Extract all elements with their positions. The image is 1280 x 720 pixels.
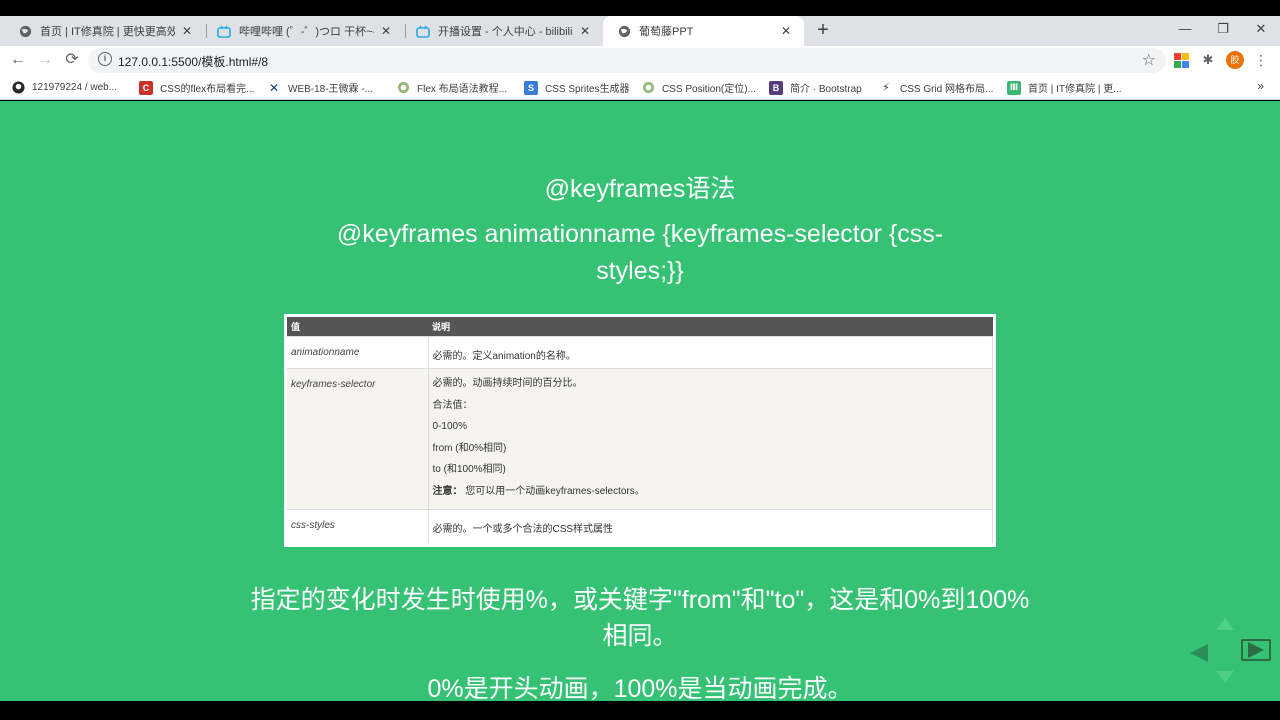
description-line: from (和0%相同) <box>432 442 507 454</box>
table-cell-description: 必需的。定义animation的名称。 <box>428 336 993 369</box>
bookmark-label: CSS Sprites生成器 <box>545 84 630 95</box>
back-arrow-icon[interactable]: ← <box>7 49 29 71</box>
bookmark-label: 首页 | IT修真院 | 更... <box>1028 84 1122 95</box>
nav-up-arrow-icon[interactable] <box>1216 618 1234 630</box>
description-line: to (和100%相同) <box>432 464 506 475</box>
github-icon <box>11 81 25 95</box>
syntax-line: @keyframes animationname {keyframes-sele… <box>336 220 944 285</box>
url-text[interactable]: 127.0.0.1:5500/模板.html#/8 <box>118 53 268 70</box>
menu-kebab-icon[interactable]: ⋮ <box>1252 51 1270 69</box>
table-cell-description: 必需的。一个或多个合法的CSS样式属性 <box>428 509 993 543</box>
note-text: 您可以用一个动画keyframes-selectors。 <box>465 485 645 497</box>
tab-bar: 首页 | IT修真院 | 更快更高效的免费学习 ✕ 哔哩哔哩 (゜-゜)つロ 干… <box>0 16 1280 46</box>
bookmarks-bar: 121979224 / web... C CSS的flex布局看完... ✕ W… <box>0 75 1280 100</box>
close-icon[interactable]: ✕ <box>778 24 794 38</box>
table-header-row: 值 说明 <box>287 317 993 337</box>
extension-colorful-icon[interactable] <box>1172 51 1190 69</box>
runoob-icon <box>396 81 410 95</box>
bookmark-label: WEB-18-王微霖 -... <box>288 84 374 95</box>
table-row: animationname 必需的。定义animation的名称。 <box>287 336 993 369</box>
close-icon[interactable]: ✕ <box>378 24 394 38</box>
tab-title: 首页 | IT修真院 | 更快更高效的免费学习 <box>40 26 175 38</box>
bookmark-css-grid[interactable]: ⚡ CSS Grid 网格布局... <box>879 79 993 96</box>
globe-icon <box>18 24 32 38</box>
bookmark-label: 121979224 / web... <box>32 82 118 93</box>
bookmark-label: Flex 布局语法教程... <box>417 84 508 95</box>
forward-arrow-icon[interactable]: → <box>34 49 56 71</box>
bookmarks-more-chevron-icon[interactable]: » <box>1257 79 1264 93</box>
bookmark-itxzy[interactable]: Ⅲ 首页 | IT修真院 | 更... <box>1007 79 1122 96</box>
bilibili-icon <box>416 24 430 38</box>
tab-title: 葡萄藤PPT <box>639 26 694 38</box>
presentation-slide: @keyframes语法 @keyframes animationname {k… <box>0 101 1280 701</box>
profile-avatar[interactable]: 胶 <box>1226 51 1244 69</box>
table-cell-value: css-styles <box>287 509 429 543</box>
description-line: 合法值： <box>432 399 473 411</box>
close-icon[interactable]: ✕ <box>577 24 593 38</box>
bookmark-web18[interactable]: ✕ WEB-18-王微霖 -... <box>267 79 373 96</box>
nav-down-arrow-icon[interactable] <box>1216 671 1234 683</box>
tab-bilibili[interactable]: 哔哩哔哩 (゜-゜)つロ 干杯~-bilibili ✕ <box>203 16 404 46</box>
column-header-value: 值 <box>287 317 428 337</box>
slide-title: @keyframes语法 <box>544 175 736 203</box>
csdn-icon: C <box>139 80 153 95</box>
close-icon[interactable]: ✕ <box>179 24 195 38</box>
top-black-strip <box>0 0 1280 16</box>
table-row: keyframes-selector 必需的。动画持续时间的百分比。 合法值： … <box>287 368 993 510</box>
bookmark-label: CSS Position(定位)... <box>662 84 756 95</box>
bookmark-flex-tutorial[interactable]: Flex 布局语法教程... <box>396 79 507 96</box>
table-row: css-styles 必需的。一个或多个合法的CSS样式属性 <box>287 509 993 543</box>
tab-title: 哔哩哔哩 (゜-゜)つロ 干杯~-bilibili <box>239 26 374 38</box>
bottom-black-strip <box>0 701 1280 720</box>
x-logo-icon: ✕ <box>268 80 280 95</box>
sprites-icon: S <box>524 80 538 95</box>
info-icon[interactable]: i <box>98 52 112 66</box>
nav-right-arrow-icon[interactable] <box>1241 639 1271 661</box>
bootstrap-icon: B <box>769 80 783 95</box>
globe-icon <box>617 24 631 38</box>
new-tab-button[interactable]: + <box>812 20 834 42</box>
nav-left-arrow-icon[interactable] <box>1190 644 1208 662</box>
runner-icon: ⚡ <box>882 82 890 94</box>
avatar: 胶 <box>1226 51 1244 69</box>
bookmark-star-icon[interactable]: ☆ <box>1142 50 1156 70</box>
tab-title: 开播设置 - 个人中心 - bilibili link <box>438 26 573 38</box>
bookmark-label: CSS的flex布局看完... <box>160 84 255 95</box>
browser-toolbar: ← → ⟳ i 127.0.0.1:5500/模板.html#/8 ☆ ✱ 胶 … <box>0 46 1280 75</box>
tab-ppt-active[interactable]: 葡萄藤PPT ✕ <box>603 16 804 46</box>
extensions-puzzle-icon[interactable]: ✱ <box>1199 51 1217 69</box>
tab-bilibili-live[interactable]: 开播设置 - 个人中心 - bilibili link ✕ <box>402 16 603 46</box>
table-cell-description: 必需的。动画持续时间的百分比。 合法值： 0-100% from (和0%相同)… <box>428 368 993 510</box>
slide-description-2: 0%是开头动画，100%是当动画完成。 <box>427 675 853 701</box>
itxzy-icon: Ⅲ <box>1007 80 1021 95</box>
bookmark-css-position[interactable]: CSS Position(定位)... <box>641 79 756 96</box>
bilibili-icon <box>217 24 231 38</box>
reload-icon[interactable]: ⟳ <box>61 49 83 71</box>
bookmark-github[interactable]: 121979224 / web... <box>11 79 117 96</box>
table-cell-value: animationname <box>287 336 429 369</box>
note-line: 注意： 您可以用一个动画keyframes-selectors。 <box>433 481 989 503</box>
maximize-button[interactable]: ❐ <box>1204 16 1242 44</box>
slide-description: 指定的变化时发生时使用%，或关键字"from"和"to"，这是和0%到100%相… <box>250 586 1030 650</box>
column-header-description: 说明 <box>428 317 993 337</box>
keyframes-table: 值 说明 animationname 必需的。定义animation的名称。 k… <box>284 314 996 547</box>
bookmark-css-sprites[interactable]: S CSS Sprites生成器 <box>524 79 629 96</box>
bookmark-label: CSS Grid 网格布局... <box>900 84 994 95</box>
bookmark-label: 简介 · Bootstrap <box>790 84 862 95</box>
window-close-button[interactable]: ✕ <box>1242 16 1280 44</box>
description-line: 必需的。动画持续时间的百分比。 <box>432 378 583 389</box>
bookmark-csdn-flex[interactable]: C CSS的flex布局看完... <box>139 79 254 96</box>
minimize-button[interactable]: — <box>1166 16 1204 44</box>
tab-itxzy[interactable]: 首页 | IT修真院 | 更快更高效的免费学习 ✕ <box>4 16 205 46</box>
bookmark-bootstrap[interactable]: B 简介 · Bootstrap <box>769 79 862 96</box>
runoob-icon <box>641 81 655 95</box>
description-line: 0-100% <box>432 421 467 432</box>
note-label: 注意： <box>432 485 463 497</box>
address-bar[interactable]: i 127.0.0.1:5500/模板.html#/8 ☆ <box>88 48 1166 73</box>
table-cell-value: keyframes-selector <box>287 368 429 510</box>
